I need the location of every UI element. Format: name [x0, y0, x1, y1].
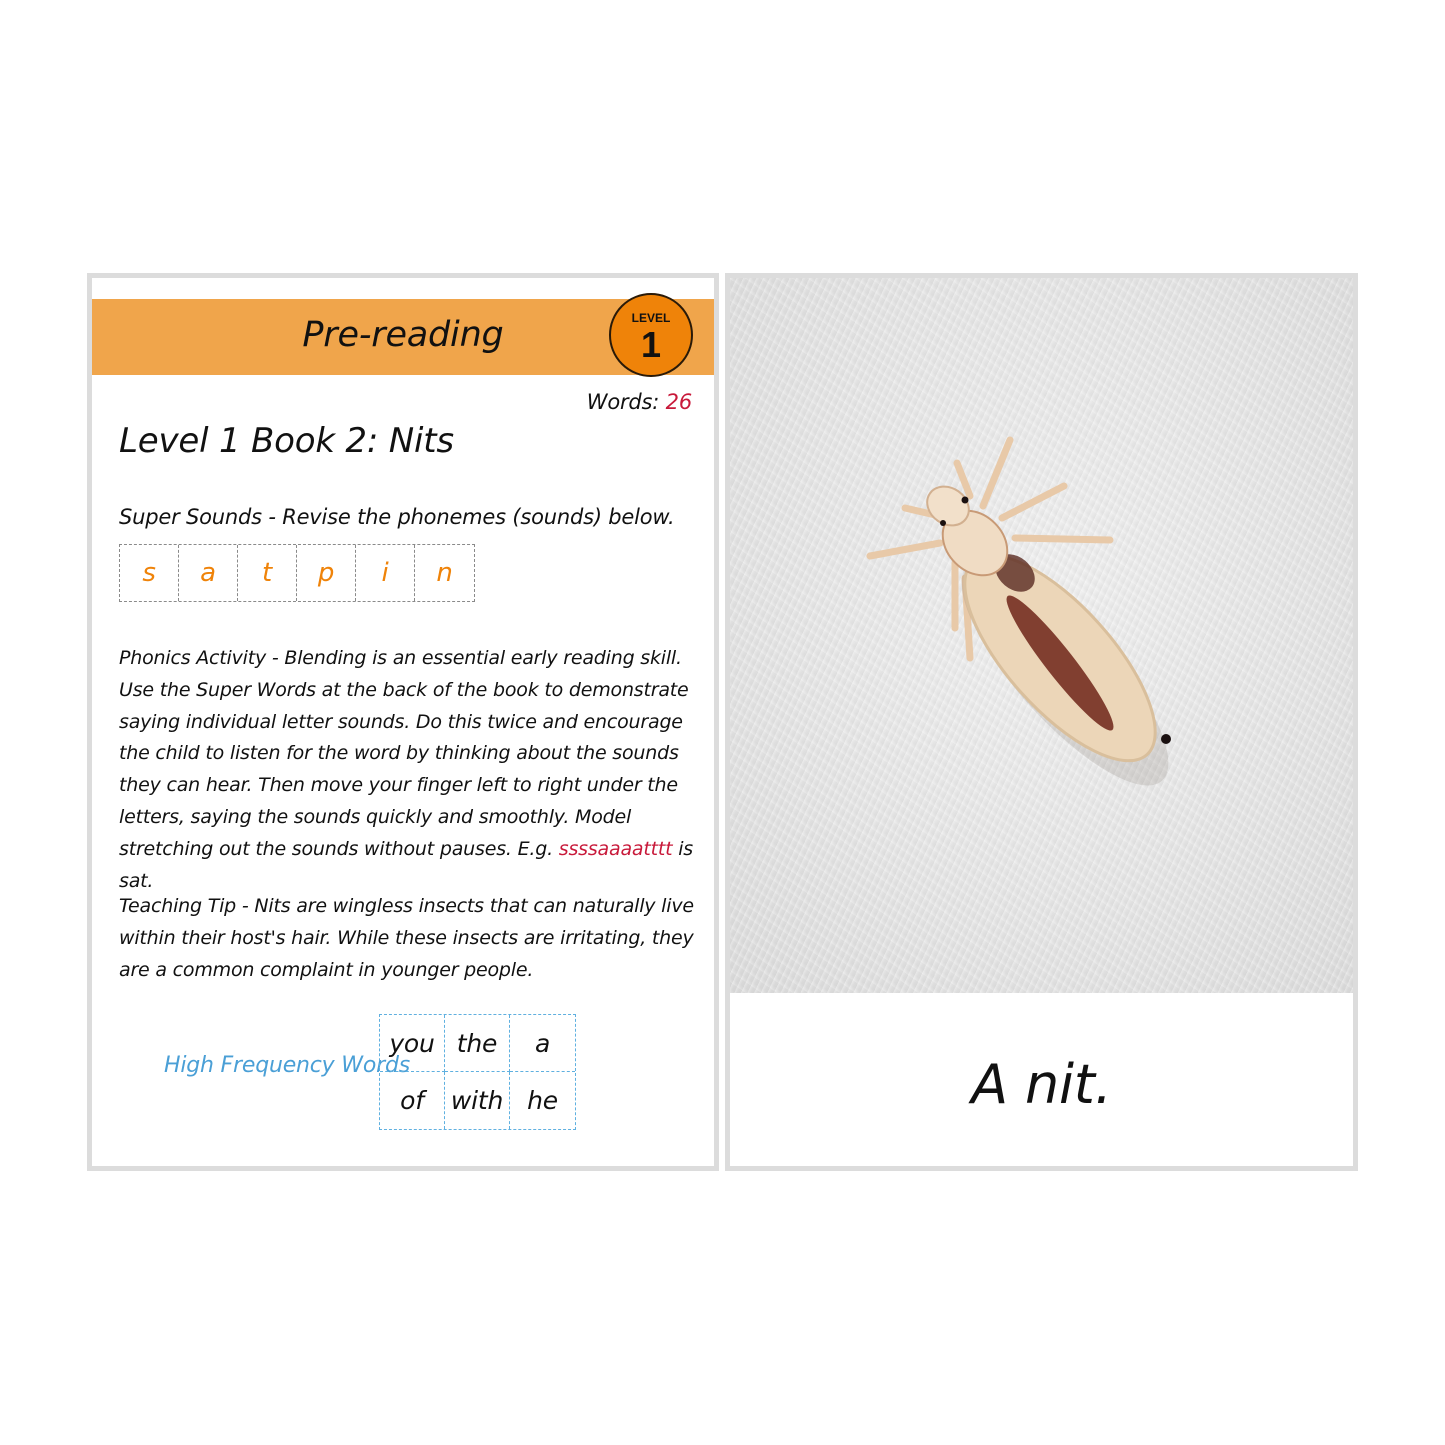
words-count-label: Words:	[586, 390, 660, 414]
phoneme-cell: a	[179, 545, 238, 601]
high-frequency-words-label: High Frequency Words	[164, 1053, 410, 1078]
story-page-card: A nit.	[725, 273, 1358, 1171]
hfw-cell: he	[527, 1086, 558, 1115]
words-count-value: 26	[665, 390, 693, 414]
words-count: Words: 26	[587, 390, 692, 414]
phonics-activity-text: Phonics Activity - Blending is an essent…	[119, 647, 689, 860]
hfw-cell: of	[380, 1072, 445, 1129]
story-caption: A nit.	[971, 1053, 1112, 1116]
phonics-activity-paragraph: Phonics Activity - Blending is an essent…	[119, 643, 699, 897]
phoneme-cell: i	[356, 545, 415, 601]
phoneme-cell: s	[120, 545, 179, 601]
level-badge-number: 1	[640, 324, 662, 365]
phoneme-cell: p	[297, 545, 356, 601]
phoneme-cell: t	[238, 545, 297, 601]
hfw-cell: you	[380, 1015, 445, 1072]
hfw-cell: a	[510, 1015, 575, 1072]
hfw-cell: the	[445, 1015, 510, 1072]
teaching-tip-paragraph: Teaching Tip - Nits are wingless insects…	[119, 895, 694, 981]
hfw-cell: with	[445, 1072, 510, 1129]
level-badge: LEVEL 1	[609, 293, 693, 377]
phoneme-grid: s a t p i n	[119, 544, 475, 602]
blending-example: ssssaaaatttt	[558, 837, 673, 860]
phoneme-cell: n	[436, 558, 453, 588]
level-badge-word: LEVEL	[631, 311, 671, 325]
nit-photo	[730, 278, 1353, 993]
super-sounds-label: Super Sounds - Revise the phonemes (soun…	[119, 505, 675, 529]
high-frequency-words-grid: you the a of with he	[379, 1014, 576, 1130]
book-title: Level 1 Book 2: Nits	[119, 421, 454, 461]
teacher-notes-card: Pre-reading LEVEL 1 Words: 26 Level 1 Bo…	[87, 273, 719, 1171]
louse-illustration	[866, 436, 1171, 786]
